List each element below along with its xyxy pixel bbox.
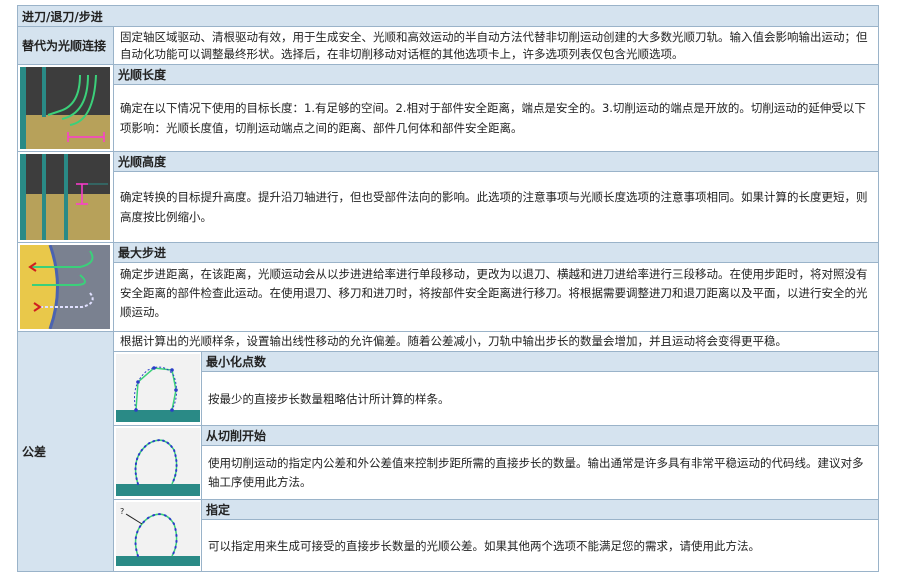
text-from-cut: 使用切削运动的指定内公差和外公差值来控制步距所需的直接步长的数量。输出通常是许多… (208, 455, 864, 489)
smooth-height-illustration (18, 152, 114, 242)
heading-max-stepover: 最大步进 (114, 243, 878, 263)
heading-specify: 指定 (202, 500, 878, 520)
max-stepover-illustration (18, 243, 114, 331)
tolerance-option-from-cut: 从切削开始 使用切削运动的指定内公差和外公差值来控制步距所需的直接步长的数量。输… (114, 425, 878, 499)
row-smooth-height: 光顺高度 确定转换的目标提升高度。提升沿刀轴进行，但也受部件法向的影响。此选项的… (17, 152, 879, 243)
text-minimize-points: 按最少的直接步长数量粗略估计所计算的样条。 (208, 391, 450, 406)
smooth-length-illustration (18, 65, 114, 151)
heading-smooth-length: 光顺长度 (114, 65, 878, 85)
document-table: 进刀/退刀/步进 替代为光顺连接 固定轴区域驱动、清根驱动有效，用于生成安全、光… (17, 5, 879, 572)
specify-illustration: ? (114, 500, 202, 571)
row-max-stepover: 最大步进 确定步进距离，在该距离，光顺运动会从以步进进给率进行单段移动，更改为以… (17, 243, 879, 332)
text-smooth-height: 确定转换的目标提升高度。提升沿刀轴进行，但也受部件法向的影响。此选项的注意事项与… (120, 190, 868, 224)
heading-from-cut: 从切削开始 (202, 426, 878, 446)
minimize-points-diagram-icon (116, 354, 200, 422)
smooth-height-diagram-icon (20, 154, 110, 240)
max-stepover-diagram-icon (20, 245, 110, 329)
page-title: 进刀/退刀/步进 (17, 5, 879, 27)
tolerance-option-specify: ? 指定 可以指定用来生成可接受的直接步长数量的光顺公差。如果其他两个选项不能满… (114, 499, 878, 571)
row-text-replace: 固定轴区域驱动、清根驱动有效，用于生成安全、光顺和高效运动的半自动方法代替非切削… (120, 30, 868, 61)
row-tolerance: 公差 根据计算出的光顺样条，设置输出线性移动的允许偏差。随着公差减小，刀轨中输出… (17, 332, 879, 572)
heading-smooth-height: 光顺高度 (114, 152, 878, 172)
tolerance-option-minimize: 最小化点数 按最少的直接步长数量粗略估计所计算的样条。 (114, 351, 878, 425)
row-label-replace: 替代为光顺连接 (18, 27, 114, 64)
row-label-tolerance: 公差 (18, 332, 114, 571)
minimize-points-illustration (114, 352, 202, 425)
smooth-length-diagram-icon (20, 67, 110, 149)
heading-minimize-points: 最小化点数 (202, 352, 878, 372)
from-cut-illustration (114, 426, 202, 499)
row-replace-smooth: 替代为光顺连接 固定轴区域驱动、清根驱动有效，用于生成安全、光顺和高效运动的半自… (17, 27, 879, 65)
text-smooth-length: 确定在以下情况下使用的目标长度：1.有足够的空间。2.相对于部件安全距离，端点是… (120, 101, 866, 135)
specify-diagram-icon: ? (116, 502, 200, 566)
text-specify: 可以指定用来生成可接受的直接步长数量的光顺公差。如果其他两个选项不能满足您的需求… (208, 538, 760, 553)
text-max-stepover: 确定步进距离，在该距离，光顺运动会从以步进进给率进行单段移动，更改为以退刀、横越… (120, 267, 868, 319)
text-tolerance: 根据计算出的光顺样条，设置输出线性移动的允许偏差。随着公差减小，刀轨中输出步长的… (120, 334, 787, 348)
row-smooth-length: 光顺长度 确定在以下情况下使用的目标长度：1.有足够的空间。2.相对于部件安全距… (17, 65, 879, 152)
svg-text:?: ? (120, 507, 124, 516)
from-cut-diagram-icon (116, 428, 200, 496)
